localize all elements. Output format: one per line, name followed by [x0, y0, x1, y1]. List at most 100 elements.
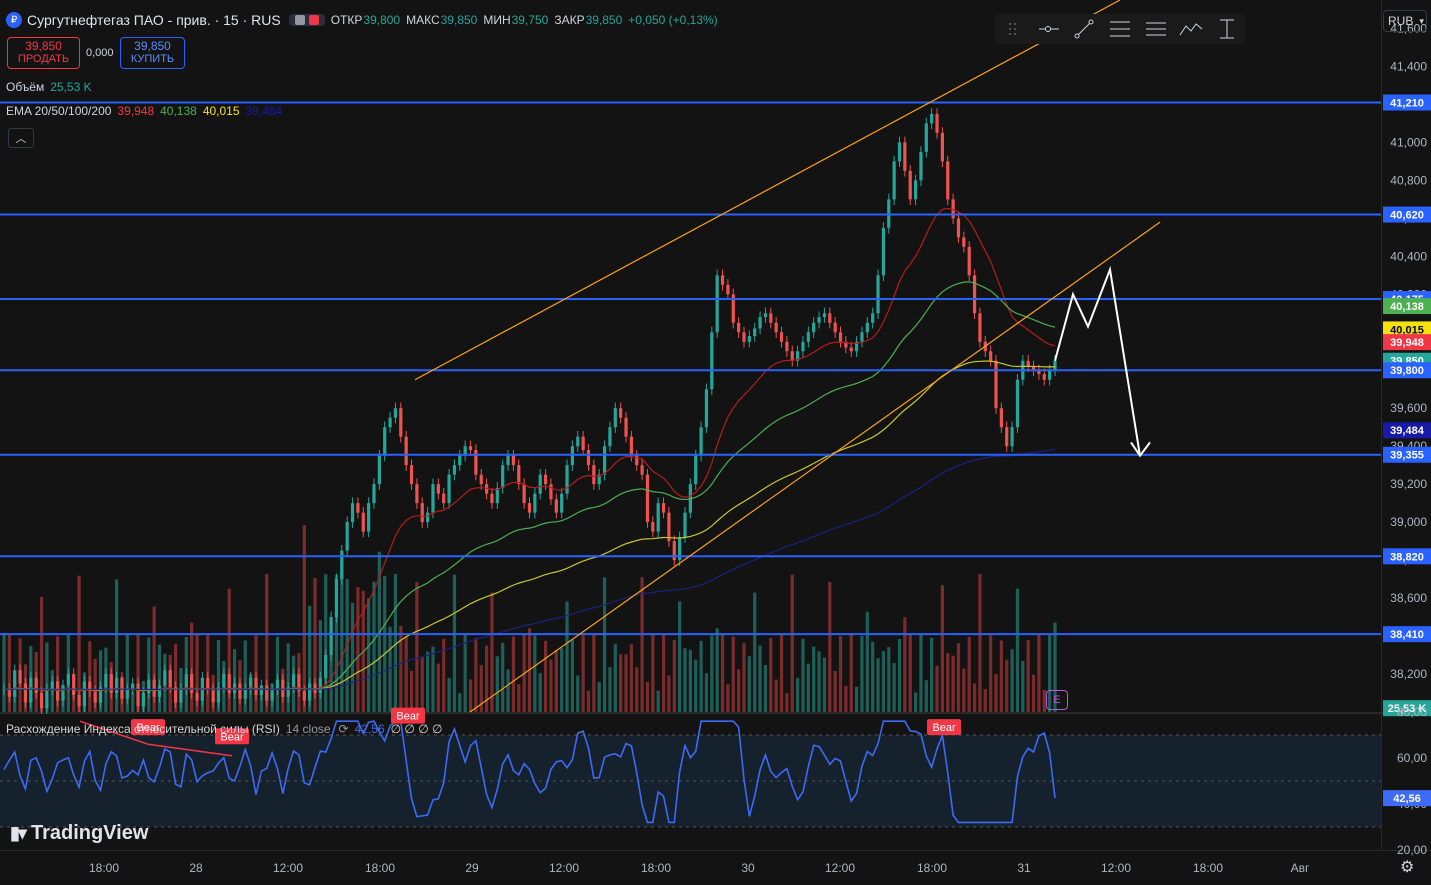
volume-bar — [763, 665, 768, 712]
candle-body — [152, 679, 156, 697]
chevron-up-icon[interactable]: ︿ — [8, 128, 34, 148]
volume-bar — [688, 649, 692, 712]
candle-body — [222, 674, 226, 688]
price-tick-label: 41,400 — [1390, 59, 1427, 73]
axis-price-label-text: 39,800 — [1390, 365, 1424, 377]
volume-bar — [999, 640, 1003, 712]
drag-handle-icon[interactable] — [995, 14, 1031, 44]
candle-body — [442, 493, 446, 504]
settings-icon[interactable]: ⚙ — [1400, 857, 1414, 877]
candle-body — [1053, 360, 1057, 371]
refresh-icon[interactable]: ⟳ — [339, 722, 349, 736]
candle-body — [1042, 374, 1046, 380]
candle-body — [903, 142, 907, 171]
candle-body — [801, 341, 805, 352]
candle-body — [420, 503, 424, 523]
forecast-arrowhead — [1130, 441, 1151, 458]
horizontal-ray-icon[interactable] — [1031, 14, 1067, 44]
volume-bar — [538, 673, 542, 712]
volume-bar — [924, 680, 928, 712]
rsi-label: Расхождение Индекса относительной силы (… — [6, 722, 280, 736]
candle-body — [361, 512, 365, 532]
rsi-last-label: 42,56 — [1383, 790, 1431, 807]
rsi-value: 42,56 — [354, 722, 385, 736]
axis-price-label-text: 38,410 — [1390, 629, 1424, 641]
volume-bar — [710, 635, 714, 712]
volume-bar — [426, 651, 430, 712]
price-tick-label: 39,000 — [1390, 515, 1427, 529]
volume-bar — [715, 628, 719, 712]
chart-stage[interactable]: 38,20038,40038,60038,80039,00039,20039,4… — [0, 0, 1431, 885]
earnings-icon[interactable]: E — [1046, 690, 1068, 710]
volume-bar — [946, 653, 950, 712]
volume-bar — [817, 651, 821, 712]
volume-bar — [586, 690, 591, 712]
volume-bar — [543, 640, 548, 712]
volume-bar — [897, 639, 902, 712]
price-chart[interactable]: 38,20038,40038,60038,80039,00039,20039,4… — [0, 0, 1431, 885]
buy-button[interactable]: 39,850 КУПИТЬ — [120, 37, 185, 69]
candle-body — [704, 389, 709, 428]
candle-body — [227, 674, 231, 694]
volume-bar — [930, 637, 934, 712]
volume-bar — [372, 581, 376, 712]
volume-bar — [501, 642, 505, 712]
rsi-band — [0, 735, 1381, 827]
close-label: ЗАКР — [554, 13, 585, 27]
trend-line-icon[interactable] — [1066, 14, 1102, 44]
volume-bar — [463, 634, 467, 712]
pattern-icon[interactable] — [1174, 14, 1210, 44]
price-range-icon[interactable] — [1209, 14, 1245, 44]
volume-legend[interactable]: Объём 25,53 K — [6, 80, 98, 94]
candle-body — [833, 322, 837, 333]
ema-legend[interactable]: EMA 20/50/100/200 39,948 40,138 40,015 3… — [6, 104, 282, 118]
long-position-icon[interactable] — [1138, 14, 1174, 44]
rsi-tick-label: 80,00 — [1397, 705, 1427, 719]
candle-body — [860, 332, 864, 342]
volume-bar — [452, 574, 457, 712]
volume-bar — [887, 647, 891, 712]
candle-body — [506, 455, 510, 466]
candle-body — [720, 275, 725, 285]
candle-body — [817, 317, 821, 323]
candle-body — [120, 677, 124, 699]
volume-bar — [1005, 660, 1009, 712]
symbol-title[interactable]: Сургутнефтегаз ПАО - прив. · 15 · RUS — [27, 12, 281, 28]
volume-bar — [726, 684, 730, 712]
candle-body — [747, 336, 751, 342]
ema100-value: 40,015 — [202, 104, 240, 118]
candle-body — [517, 465, 521, 485]
candle-body — [431, 484, 435, 513]
volume-bar — [495, 656, 499, 712]
candle-body — [195, 693, 199, 701]
candle-body — [409, 465, 414, 485]
candle-body — [238, 683, 242, 699]
ema-label: EMA 20/50/100/200 — [6, 104, 112, 118]
candle-body — [39, 693, 44, 709]
candle-body — [538, 474, 542, 494]
candle-body — [940, 132, 945, 162]
candle-body — [602, 446, 607, 475]
volume-bar — [699, 640, 703, 712]
fib-retracement-icon[interactable] — [1102, 14, 1138, 44]
candle-body — [29, 677, 33, 703]
volume-bar — [635, 667, 639, 712]
volume-bar — [356, 587, 360, 712]
currency-selector[interactable]: RUB ▾ — [1383, 10, 1427, 32]
price-tick-label: 41,000 — [1390, 135, 1427, 149]
candle-body — [812, 322, 816, 333]
volume-bar — [436, 663, 440, 712]
candle-body — [18, 670, 22, 684]
market-status-pill[interactable] — [288, 14, 325, 26]
candle-body — [549, 484, 553, 500]
candle-body — [190, 674, 194, 694]
time-tick-label: 28 — [189, 861, 203, 875]
candle-body — [865, 322, 869, 333]
candle-body — [581, 436, 585, 450]
sell-button[interactable]: 39,850 ПРОДАТЬ — [7, 37, 80, 69]
rsi-legend[interactable]: Расхождение Индекса относительной силы (… — [6, 722, 442, 736]
price-tick-label: 39,600 — [1390, 401, 1427, 415]
candle-body — [828, 313, 832, 323]
open-value: 39,800 — [363, 13, 401, 27]
candle-body — [946, 161, 950, 200]
